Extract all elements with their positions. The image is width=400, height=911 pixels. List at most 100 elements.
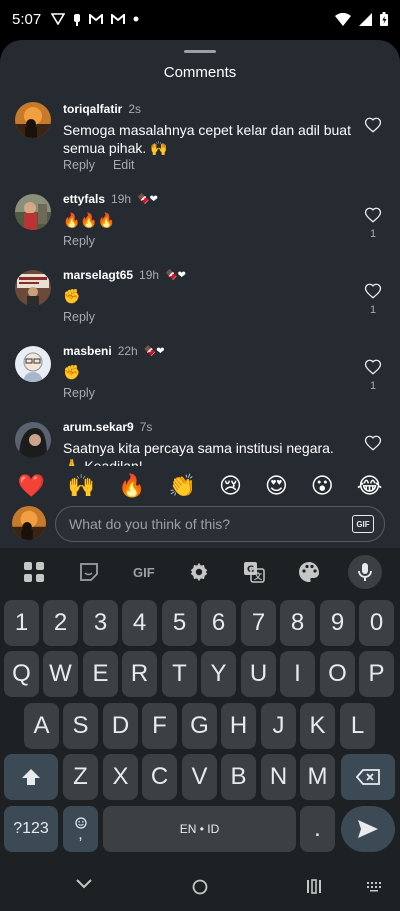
emoji-joy-button[interactable]: 😂 <box>357 473 383 499</box>
heart-icon[interactable] <box>364 358 382 376</box>
gmail-icon <box>111 13 126 24</box>
chevron-down-icon[interactable] <box>76 879 92 889</box>
comment-time: 19h <box>111 192 132 206</box>
emoji-wow-button[interactable]: 😮 <box>311 473 334 499</box>
reply-button[interactable]: Reply <box>63 158 95 172</box>
heart-icon[interactable] <box>364 116 382 134</box>
emoji-cry-button[interactable]: 😢 <box>219 473 242 499</box>
avatar[interactable] <box>15 102 51 138</box>
key-r[interactable]: R <box>122 651 157 697</box>
key-h[interactable]: H <box>221 703 256 749</box>
key-p[interactable]: P <box>359 651 394 697</box>
key-a[interactable]: A <box>24 703 59 749</box>
key-u[interactable]: U <box>241 651 276 697</box>
sheet-drag-handle[interactable] <box>184 50 216 53</box>
key-z[interactable]: Z <box>63 754 98 800</box>
comment-header: arum.sekar9 7s <box>63 420 152 434</box>
comment-username[interactable]: marselagt65 <box>63 268 133 282</box>
reply-button[interactable]: Reply <box>63 234 95 248</box>
backspace-key[interactable] <box>341 754 395 800</box>
edit-button[interactable]: Edit <box>113 158 135 172</box>
avatar[interactable] <box>15 422 51 458</box>
mic-icon[interactable] <box>348 555 383 589</box>
comment-username[interactable]: masbeni <box>63 344 112 358</box>
key-m[interactable]: M <box>300 754 335 800</box>
emoji-heart-button[interactable]: ❤️ <box>17 473 44 499</box>
emoji-heart-eyes-button[interactable]: 😍 <box>265 473 288 499</box>
key-f[interactable]: F <box>142 703 177 749</box>
key-4[interactable]: 4 <box>122 600 157 646</box>
key-5[interactable]: 5 <box>162 600 197 646</box>
gif-button[interactable]: GIF <box>352 515 374 533</box>
comment-username[interactable]: toriqalfatir <box>63 102 122 116</box>
comment-text: Semoga masalahnya cepet kelar dan adil b… <box>63 122 351 156</box>
signal-icon <box>359 12 372 26</box>
gif-icon[interactable]: GIF <box>128 556 160 588</box>
gear-icon[interactable] <box>183 556 215 588</box>
key-0[interactable]: 0 <box>359 600 394 646</box>
sticker-icon[interactable] <box>73 556 105 588</box>
avatar[interactable] <box>15 194 51 230</box>
comment-username[interactable]: ettyfals <box>63 192 105 206</box>
key-j[interactable]: J <box>261 703 296 749</box>
key-e[interactable]: E <box>83 651 118 697</box>
backspace-icon <box>356 769 380 785</box>
heart-icon[interactable] <box>364 206 382 224</box>
reply-button[interactable]: Reply <box>63 310 95 324</box>
key-s[interactable]: S <box>63 703 98 749</box>
shift-key[interactable] <box>4 754 58 800</box>
key-d[interactable]: D <box>103 703 138 749</box>
key-q[interactable]: Q <box>4 651 39 697</box>
emoji-fire-button[interactable]: 🔥 <box>118 473 145 499</box>
send-icon <box>358 820 378 838</box>
key-g[interactable]: G <box>182 703 217 749</box>
apps-grid-icon[interactable] <box>18 556 50 588</box>
comment-input[interactable]: What do you think of this? GIF <box>55 506 385 542</box>
key-l[interactable]: L <box>340 703 375 749</box>
avatar[interactable] <box>15 346 51 382</box>
emoji-raised-hands-button[interactable]: 🙌 <box>68 473 95 499</box>
key-8[interactable]: 8 <box>280 600 315 646</box>
comma-label: , <box>78 826 83 843</box>
gmail-icon <box>89 13 104 24</box>
key-6[interactable]: 6 <box>201 600 236 646</box>
key-i[interactable]: I <box>280 651 315 697</box>
key-3[interactable]: 3 <box>83 600 118 646</box>
signal-triangle-icon <box>51 13 66 25</box>
send-key[interactable] <box>341 806 395 852</box>
key-t[interactable]: T <box>162 651 197 697</box>
key-1[interactable]: 1 <box>4 600 39 646</box>
key-n[interactable]: N <box>261 754 296 800</box>
palette-icon[interactable] <box>293 556 325 588</box>
comment-header: marselagt65 19h 🍫❤ <box>63 268 186 282</box>
key-v[interactable]: V <box>182 754 217 800</box>
key-7[interactable]: 7 <box>241 600 276 646</box>
key-2[interactable]: 2 <box>43 600 78 646</box>
key-w[interactable]: W <box>43 651 78 697</box>
period-key[interactable]: . <box>300 806 335 852</box>
reply-button[interactable]: Reply <box>63 386 95 400</box>
recents-icon[interactable] <box>306 879 322 894</box>
comment-text: ✊ <box>63 288 81 304</box>
key-x[interactable]: X <box>103 754 138 800</box>
dot-icon <box>133 16 139 22</box>
comment-time: 22h <box>117 344 138 358</box>
heart-icon[interactable] <box>364 434 382 452</box>
emoji-comma-key[interactable]: , <box>63 806 98 852</box>
key-c[interactable]: C <box>142 754 177 800</box>
space-key[interactable]: EN • ID <box>103 806 296 852</box>
key-k[interactable]: K <box>300 703 335 749</box>
key-y[interactable]: Y <box>201 651 236 697</box>
key-9[interactable]: 9 <box>320 600 355 646</box>
translate-icon[interactable]: G文 <box>238 556 270 588</box>
key-b[interactable]: B <box>221 754 256 800</box>
avatar[interactable] <box>15 270 51 306</box>
comment-actions: Reply <box>63 310 95 324</box>
emoji-clap-button[interactable]: 👏 <box>169 473 196 499</box>
home-icon[interactable] <box>192 879 208 895</box>
key-o[interactable]: O <box>320 651 355 697</box>
keyboard-switch-icon[interactable] <box>366 881 382 892</box>
symbols-key[interactable]: ?123 <box>4 806 58 852</box>
heart-icon[interactable] <box>364 282 382 300</box>
comment-username[interactable]: arum.sekar9 <box>63 420 134 434</box>
